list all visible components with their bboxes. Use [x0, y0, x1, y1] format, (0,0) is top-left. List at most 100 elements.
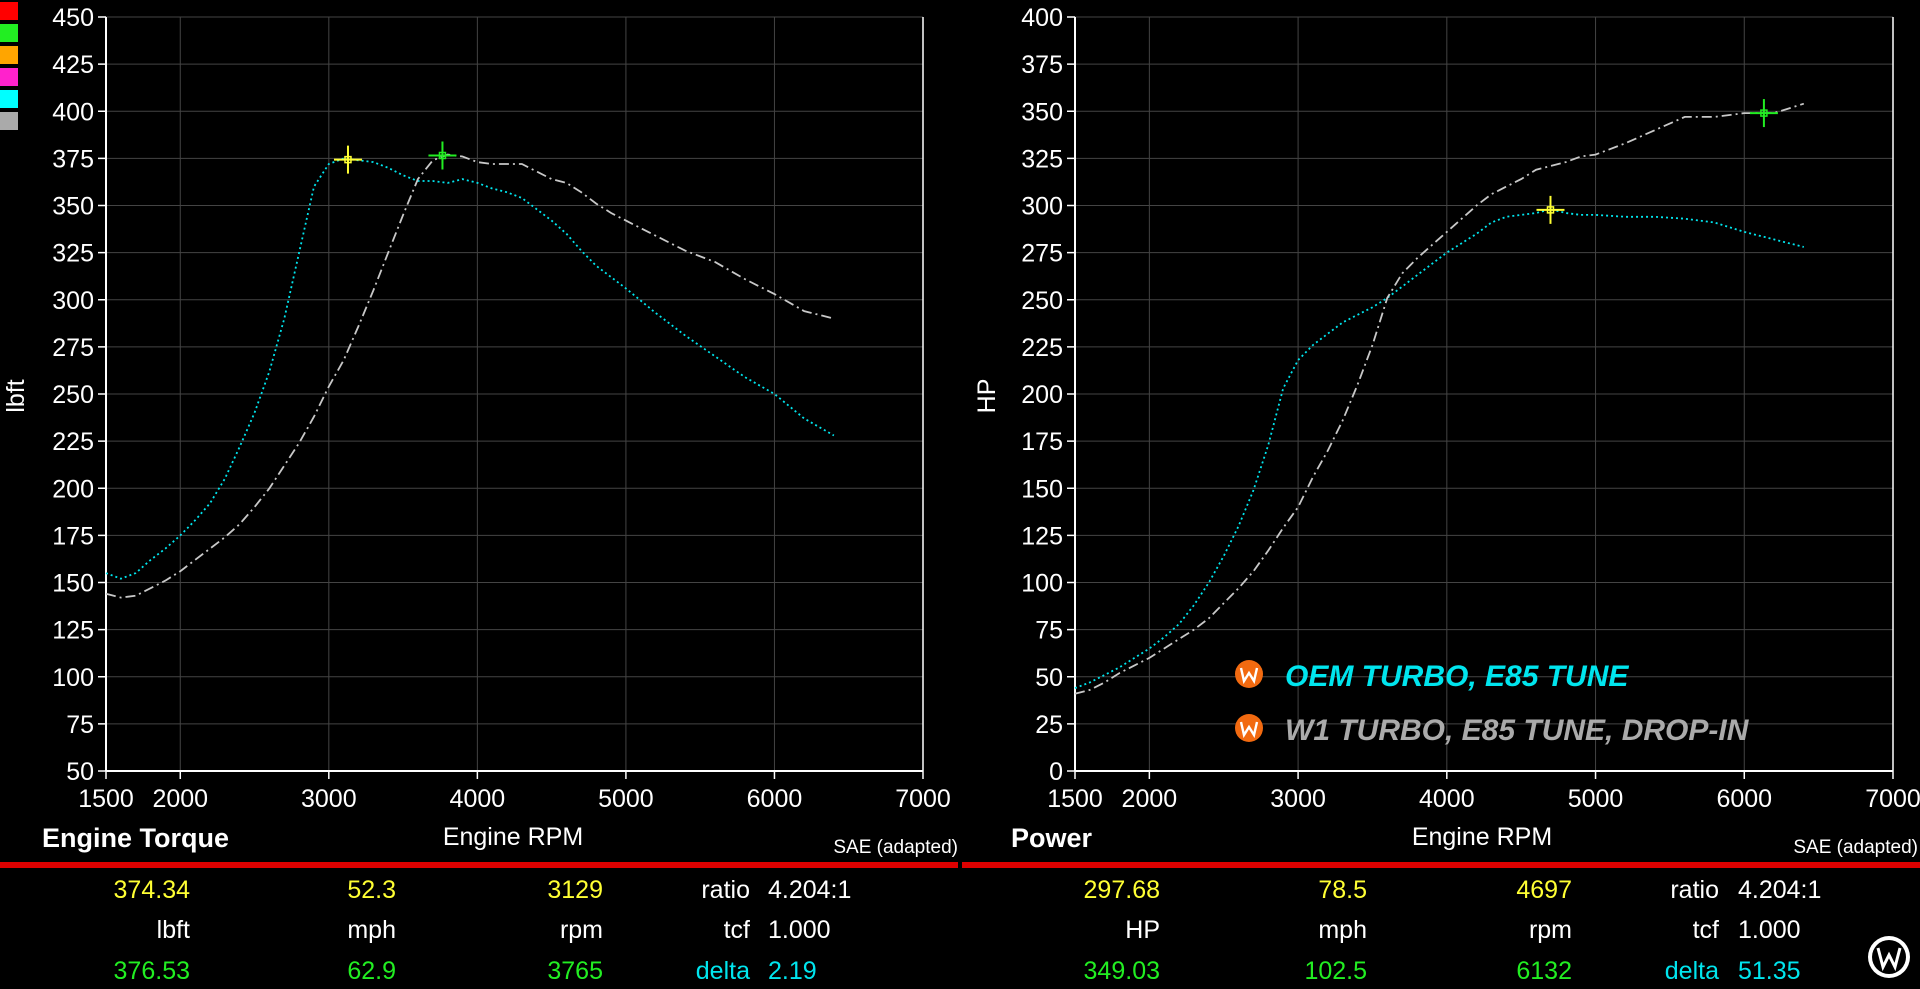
readout-delta-label: delta: [1665, 957, 1719, 985]
y-tick-label: 50: [66, 758, 94, 786]
x-tick-label: 2000: [152, 785, 208, 813]
readout-value-mph-2: 62.9: [347, 957, 396, 985]
y-tick-label: 175: [1021, 428, 1063, 456]
y-tick-label: 325: [1021, 145, 1063, 173]
y-tick-label: 300: [1021, 193, 1063, 221]
series-line-0: [105, 157, 835, 580]
y-tick-label: 350: [52, 193, 94, 221]
power-xlabel: Engine RPM: [1412, 823, 1552, 851]
legend-item-oem: OEM TURBO, E85 TUNE: [1235, 660, 1629, 693]
y-tick-label: 175: [52, 522, 94, 550]
x-tick-label: 6000: [1716, 785, 1772, 813]
readout-unit-mph: mph: [1318, 916, 1367, 944]
y-tick-label: 200: [1021, 381, 1063, 409]
readout-value-rpm-1: 3129: [547, 876, 603, 904]
readout-unit-torque: lbft: [157, 916, 190, 944]
torque-xlabel: Engine RPM: [443, 823, 583, 851]
y-tick-label: 75: [1035, 617, 1063, 645]
x-tick-label: 4000: [1419, 785, 1475, 813]
readout-delta-label: delta: [696, 957, 750, 985]
readout-ratio-value: 4.204:1: [1738, 876, 1821, 904]
x-tick-label: 1500: [1047, 785, 1103, 813]
readout-tcf-label: tcf: [1693, 916, 1719, 944]
series-line-0: [1074, 208, 1805, 689]
readout-value-torque-2: 376.53: [114, 957, 190, 985]
y-tick-label: 375: [52, 145, 94, 173]
power-readout: 297.68 78.5 4697 HP mph rpm 349.03 102.5…: [1084, 876, 1822, 985]
y-tick-label: 200: [52, 475, 94, 503]
y-tick-label: 125: [1021, 522, 1063, 550]
y-tick-label: 350: [1021, 98, 1063, 126]
readout-unit-hp: HP: [1125, 916, 1160, 944]
y-tick-label: 325: [52, 240, 94, 268]
readout-value-rpm-1: 4697: [1516, 876, 1572, 904]
readout-value-mph-1: 78.5: [1318, 876, 1367, 904]
y-tick-label: 150: [1021, 475, 1063, 503]
y-tick-label: 225: [1021, 334, 1063, 362]
x-tick-label: 6000: [747, 785, 803, 813]
readout-ratio-label: ratio: [701, 876, 750, 904]
corner-brand-logo-icon: [1868, 936, 1910, 978]
y-tick-label: 300: [52, 287, 94, 315]
readout-unit-rpm: rpm: [560, 916, 603, 944]
legend-label-w1: W1 TURBO, E85 TUNE, DROP-IN: [1285, 714, 1750, 747]
torque-readout: 374.34 52.3 3129 lbft mph rpm 376.53 62.…: [114, 876, 852, 985]
y-tick-label: 75: [66, 711, 94, 739]
readout-ratio-label: ratio: [1670, 876, 1719, 904]
y-tick-label: 250: [1021, 287, 1063, 315]
power-sae-note: SAE (adapted): [1793, 837, 1918, 858]
readout-delta-value: 2.19: [768, 957, 817, 985]
readout-value-rpm-2: 6132: [1516, 957, 1572, 985]
x-tick-label: 2000: [1122, 785, 1178, 813]
y-tick-label: 100: [52, 664, 94, 692]
y-tick-label: 375: [1021, 51, 1063, 79]
separator-left: [0, 862, 958, 868]
x-tick-label: 3000: [301, 785, 357, 813]
x-tick-label: 5000: [1568, 785, 1624, 813]
power-title: Power: [1011, 823, 1093, 853]
y-tick-label: 50: [1035, 664, 1063, 692]
y-tick-label: 425: [52, 51, 94, 79]
x-tick-label: 3000: [1270, 785, 1326, 813]
readout-delta-value: 51.35: [1738, 957, 1801, 985]
y-tick-label: 0: [1049, 758, 1063, 786]
readout-unit-mph: mph: [347, 916, 396, 944]
y-tick-label: 450: [52, 4, 94, 32]
x-tick-label: 7000: [895, 785, 951, 813]
y-tick-label: 400: [52, 98, 94, 126]
readout-value-mph-1: 52.3: [347, 876, 396, 904]
readout-value-hp-1: 297.68: [1084, 876, 1160, 904]
x-tick-label: 4000: [450, 785, 506, 813]
y-tick-label: 275: [1021, 240, 1063, 268]
crosshair-marker: [333, 145, 362, 174]
crosshair-marker: [428, 141, 457, 170]
y-tick-label: 225: [52, 428, 94, 456]
torque-chart: 50 75 100 125 150 175 200 225 250 275 300 325 350 375…: [2, 4, 958, 858]
readout-tcf-value: 1.000: [1738, 916, 1801, 944]
readout-value-hp-2: 349.03: [1084, 957, 1160, 985]
y-tick-label: 250: [52, 381, 94, 409]
power-ylabel: HP: [973, 379, 1001, 414]
readout-tcf-label: tcf: [724, 916, 750, 944]
legend-label-oem: OEM TURBO, E85 TUNE: [1285, 660, 1629, 693]
y-tick-label: 150: [52, 570, 94, 598]
x-tick-label: 1500: [78, 785, 134, 813]
readout-value-mph-2: 102.5: [1304, 957, 1367, 985]
torque-ylabel: lbft: [2, 379, 30, 412]
y-tick-label: 25: [1035, 711, 1063, 739]
torque-sae-note: SAE (adapted): [833, 837, 958, 858]
y-tick-label: 125: [52, 617, 94, 645]
crosshair-marker: [1536, 195, 1565, 224]
y-tick-label: 400: [1021, 4, 1063, 32]
y-tick-label: 100: [1021, 570, 1063, 598]
readout-tcf-value: 1.000: [768, 916, 831, 944]
legend: OEM TURBO, E85 TUNE W1 TURBO, E85 TUNE, …: [1235, 660, 1750, 747]
x-tick-label: 5000: [598, 785, 654, 813]
torque-title: Engine Torque: [42, 823, 229, 853]
series-line-1: [105, 153, 835, 599]
x-tick-label: 7000: [1865, 785, 1920, 813]
readout-ratio-value: 4.204:1: [768, 876, 851, 904]
readout-value-torque-1: 374.34: [114, 876, 191, 904]
y-tick-label: 275: [52, 334, 94, 362]
dyno-charts: 5075100125150175200225250275300325350375…: [0, 4, 1920, 985]
